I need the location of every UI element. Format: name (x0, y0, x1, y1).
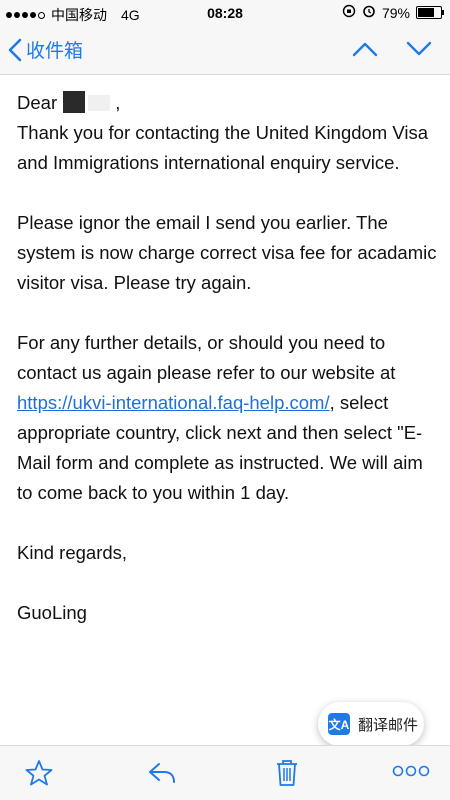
previous-message-button[interactable] (352, 40, 378, 63)
more-icon (392, 765, 430, 777)
translate-label: 翻译邮件 (358, 716, 419, 734)
status-bar: 中国移动 4G 08:28 79% (0, 0, 450, 26)
greeting-and-intro: Dear , Thank you for contacting the Unit… (17, 88, 437, 178)
bottom-toolbar (0, 745, 450, 800)
translate-icon: 文A (328, 713, 350, 735)
chevron-up-icon (352, 42, 378, 57)
signature: GuoLing (17, 602, 87, 623)
reply-button[interactable] (146, 758, 178, 793)
translate-email-button[interactable]: 文A 翻译邮件 (318, 702, 424, 746)
rotation-lock-icon (342, 4, 356, 21)
intro-text: Thank you for contacting the United King… (17, 122, 429, 173)
more-button[interactable] (392, 764, 430, 783)
details-text-before: For any further details, or should you n… (17, 332, 396, 383)
redacted-name-block (63, 91, 86, 113)
nav-bar: 收件箱 (0, 26, 450, 75)
battery-percent: 79% (381, 4, 410, 21)
status-right: 79% (342, 4, 444, 21)
reply-icon (149, 763, 175, 783)
closing: Kind regards, (17, 542, 128, 563)
greeting-prefix: Dear (17, 92, 58, 113)
flag-button[interactable] (24, 758, 54, 793)
battery-icon (416, 6, 444, 19)
next-message-button[interactable] (406, 40, 432, 63)
back-label: 收件箱 (26, 41, 84, 62)
trash-icon (277, 760, 297, 786)
redacted-name-faint (88, 95, 111, 111)
chevron-left-icon (8, 38, 22, 61)
paragraph-details: For any further details, or should you n… (17, 328, 437, 508)
paragraph-ignore: Please ignor the email I send you earlie… (17, 212, 437, 293)
greeting-suffix: , (115, 92, 121, 113)
faq-link[interactable]: https://ukvi-international.faq-help.com/ (17, 392, 330, 413)
chevron-down-icon (406, 41, 432, 56)
message-navigation (352, 40, 432, 63)
back-button[interactable]: 收件箱 (8, 36, 83, 63)
trash-button[interactable] (274, 758, 300, 793)
star-icon (25, 760, 53, 786)
alarm-icon (362, 4, 376, 21)
email-body: Dear , Thank you for contacting the Unit… (17, 88, 437, 628)
